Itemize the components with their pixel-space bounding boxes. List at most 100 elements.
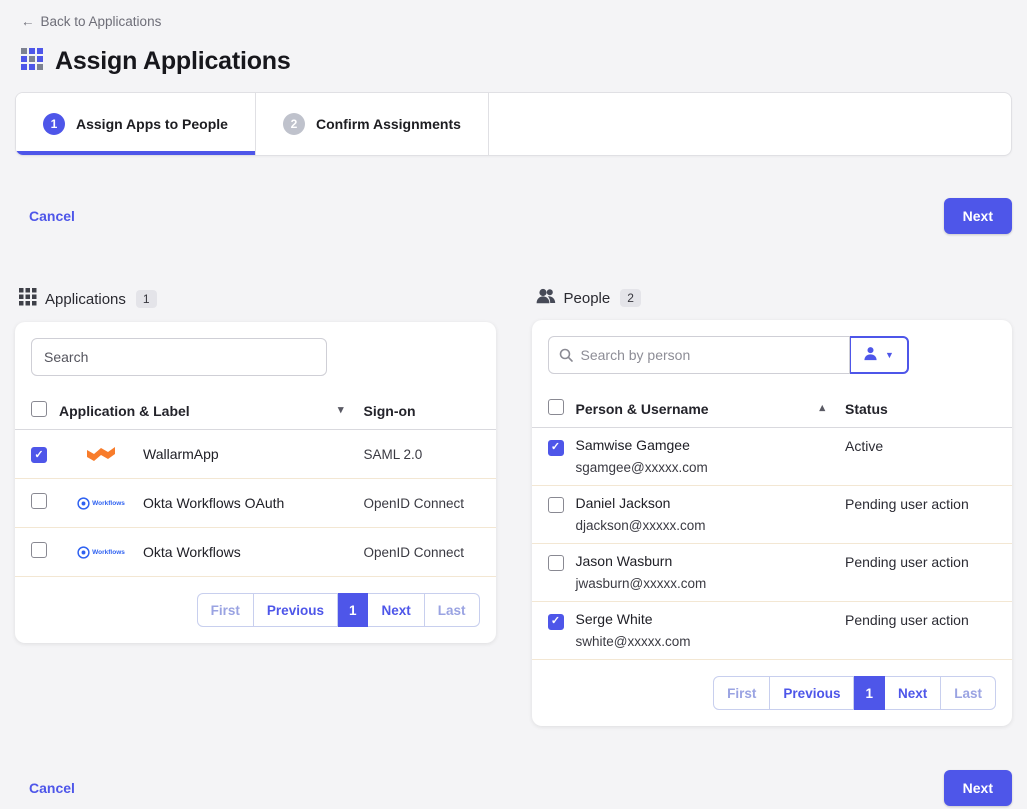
tab-assign-apps-to-people[interactable]: 1 Assign Apps to People xyxy=(16,93,256,155)
wallarm-logo-icon xyxy=(86,446,116,462)
column-application-label[interactable]: Application & Label ▾ xyxy=(59,403,364,419)
person-name: Serge White xyxy=(576,611,846,627)
person-row[interactable]: Daniel Jackson djackson@xxxxx.com Pendin… xyxy=(532,486,1013,544)
person-icon xyxy=(863,346,878,364)
person-username: sgamgee@xxxxx.com xyxy=(576,460,846,475)
pagination-next-button[interactable]: Next xyxy=(885,676,941,710)
pagination-next-button[interactable]: Next xyxy=(368,593,424,627)
person-status: Pending user action xyxy=(845,553,996,570)
applications-select-all-checkbox[interactable] xyxy=(31,401,47,417)
people-column: People 2 xyxy=(532,288,1013,726)
person-username: swhite@xxxxx.com xyxy=(576,634,846,649)
applications-search-input[interactable] xyxy=(31,338,327,376)
people-filter-dropdown[interactable]: ▼ xyxy=(849,336,909,374)
app-logo-icon: Workflows xyxy=(59,497,143,510)
application-signon: OpenID Connect xyxy=(364,545,480,560)
people-section-title: People xyxy=(564,290,611,307)
sort-down-icon: ▾ xyxy=(338,405,364,416)
tab-label: Assign Apps to People xyxy=(76,116,228,132)
people-count-badge: 2 xyxy=(620,289,641,307)
person-name: Daniel Jackson xyxy=(576,495,846,511)
tab-confirm-assignments[interactable]: 2 Confirm Assignments xyxy=(256,93,489,155)
application-row[interactable]: WallarmApp SAML 2.0 xyxy=(15,430,496,479)
person-name: Jason Wasburn xyxy=(576,553,846,569)
next-button-top[interactable]: Next xyxy=(944,198,1012,234)
applications-panel: Application & Label ▾ Sign-on WallarmApp… xyxy=(15,322,496,643)
application-name: Okta Workflows OAuth xyxy=(143,495,284,511)
app-logo-icon xyxy=(59,446,143,462)
tab-label: Confirm Assignments xyxy=(316,116,461,132)
person-row[interactable]: Samwise Gamgee sgamgee@xxxxx.com Active xyxy=(532,428,1013,486)
sort-up-icon: ▴ xyxy=(819,403,845,414)
okta-workflows-logo-icon: Workflows xyxy=(77,497,125,510)
applications-search-area xyxy=(15,322,496,392)
applications-section-title: Applications xyxy=(45,291,126,308)
row-checkbox[interactable] xyxy=(31,447,47,463)
pagination-last-button[interactable]: Last xyxy=(425,593,480,627)
person-row[interactable]: Serge White swhite@xxxxx.com Pending use… xyxy=(532,602,1013,660)
applications-count-badge: 1 xyxy=(136,290,157,308)
applications-table-header: Application & Label ▾ Sign-on xyxy=(15,392,496,430)
row-checkbox[interactable] xyxy=(548,555,564,571)
application-row[interactable]: Workflows Okta Workflows OAuth OpenID Co… xyxy=(15,479,496,528)
row-checkbox[interactable] xyxy=(31,493,47,509)
row-checkbox[interactable] xyxy=(548,497,564,513)
pagination-first-button[interactable]: First xyxy=(713,676,770,710)
cancel-link-top[interactable]: Cancel xyxy=(29,208,75,224)
page: ← Back to Applications Assign Applicatio… xyxy=(0,0,1027,809)
bottom-action-row: Cancel Next xyxy=(15,770,1012,806)
people-panel: ▼ Person & Username ▴ Status Samwise Gam… xyxy=(532,320,1013,726)
application-row[interactable]: Workflows Okta Workflows OpenID Connect xyxy=(15,528,496,577)
pagination-1-button[interactable]: 1 xyxy=(338,593,369,627)
app-logo-icon: Workflows xyxy=(59,546,143,559)
applications-section-header: Applications 1 xyxy=(19,288,496,310)
page-header: Assign Applications xyxy=(21,47,1012,76)
applications-pagination: FirstPrevious1NextLast xyxy=(15,577,496,643)
applications-grid-icon xyxy=(21,48,44,76)
row-checkbox[interactable] xyxy=(548,440,564,456)
row-checkbox[interactable] xyxy=(548,614,564,630)
people-search-input[interactable] xyxy=(548,336,850,374)
person-status: Active xyxy=(845,437,996,454)
application-signon: SAML 2.0 xyxy=(364,447,480,462)
people-table-header: Person & Username ▴ Status xyxy=(532,390,1013,428)
people-pagination: FirstPrevious1NextLast xyxy=(532,660,1013,726)
back-to-applications-link[interactable]: ← Back to Applications xyxy=(21,14,161,29)
back-arrow-icon: ← xyxy=(21,14,35,29)
okta-workflows-logo-icon: Workflows xyxy=(77,546,125,559)
applications-table-body: WallarmApp SAML 2.0 Workflows Okta Workf… xyxy=(15,430,496,577)
page-title: Assign Applications xyxy=(55,47,291,76)
people-section-header: People 2 xyxy=(536,288,1013,308)
chevron-down-icon: ▼ xyxy=(885,351,894,360)
column-person-username[interactable]: Person & Username ▴ xyxy=(576,401,846,417)
person-row[interactable]: Jason Wasburn jwasburn@xxxxx.com Pending… xyxy=(532,544,1013,602)
step-1-badge: 1 xyxy=(43,113,65,135)
person-username: djackson@xxxxx.com xyxy=(576,518,846,533)
pagination-1-button[interactable]: 1 xyxy=(854,676,885,710)
next-button-bottom[interactable]: Next xyxy=(944,770,1012,806)
applications-column: Applications 1 Application & Label ▾ Sig… xyxy=(15,288,496,643)
people-select-all-checkbox[interactable] xyxy=(548,399,564,415)
column-status: Status xyxy=(845,401,996,417)
people-table-body: Samwise Gamgee sgamgee@xxxxx.com Active … xyxy=(532,428,1013,660)
pagination-last-button[interactable]: Last xyxy=(941,676,996,710)
back-link-label: Back to Applications xyxy=(41,14,162,29)
row-checkbox[interactable] xyxy=(31,542,47,558)
person-username: jwasburn@xxxxx.com xyxy=(576,576,846,591)
apps-grid-icon xyxy=(19,288,37,310)
pagination-previous-button[interactable]: Previous xyxy=(770,676,854,710)
pagination-previous-button[interactable]: Previous xyxy=(254,593,338,627)
person-status: Pending user action xyxy=(845,611,996,628)
application-name: WallarmApp xyxy=(143,446,219,462)
cancel-link-bottom[interactable]: Cancel xyxy=(29,780,75,796)
wizard-tab-bar: 1 Assign Apps to People 2 Confirm Assign… xyxy=(15,92,1012,156)
person-name: Samwise Gamgee xyxy=(576,437,846,453)
pagination-first-button[interactable]: First xyxy=(197,593,254,627)
assignment-panels: Applications 1 Application & Label ▾ Sig… xyxy=(15,288,1012,726)
person-status: Pending user action xyxy=(845,495,996,512)
people-search-area: ▼ xyxy=(532,320,1013,390)
application-signon: OpenID Connect xyxy=(364,496,480,511)
top-action-row: Cancel Next xyxy=(15,198,1012,234)
column-signon: Sign-on xyxy=(364,403,480,419)
people-icon xyxy=(536,288,556,308)
